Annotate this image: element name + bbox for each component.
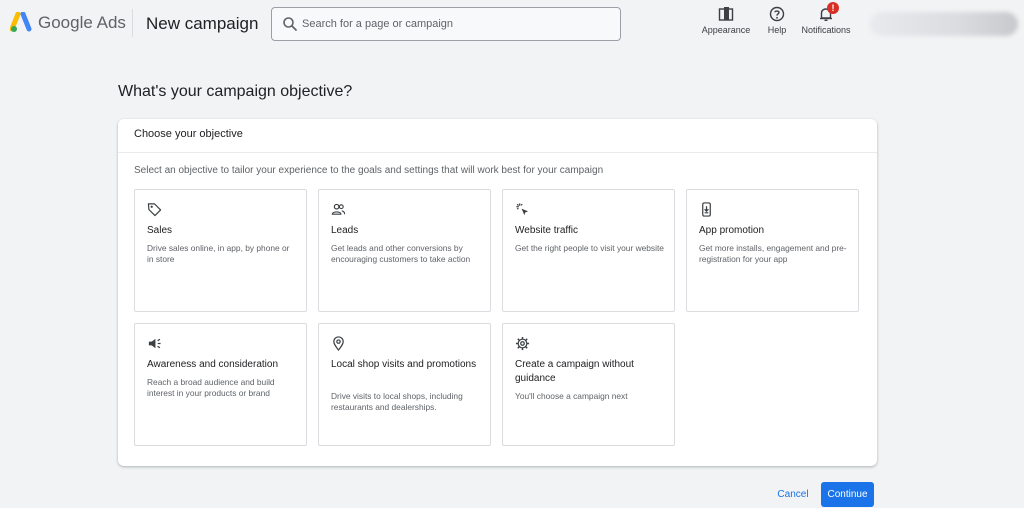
account-menu[interactable] [870,12,1018,36]
header-divider [132,9,133,37]
location-pin-icon [333,336,344,351]
objective-description: Drive visits to local shops, including r… [331,391,463,412]
notifications-button[interactable]: ! Notifications [797,2,855,40]
notifications-label: Notifications [801,25,851,35]
objective-app-promotion[interactable]: App promotion Get more installs, engagem… [686,189,859,312]
objective-heading: What's your campaign objective? [118,83,353,100]
cursor-click-icon [516,203,529,216]
objective-description: Drive sales online, in app, by phone or … [147,243,290,264]
top-bar: Google Ads New campaign Appearance Help … [0,0,1024,48]
objective-description: Get leads and other conversions by encou… [331,243,471,264]
objective-no-guidance[interactable]: Create a campaign without guidance You'l… [502,323,675,446]
card-title: Choose your objective [134,128,243,140]
objective-title: Create a campaign without guidance [515,359,634,384]
search-input[interactable] [302,15,602,33]
continue-button[interactable]: Continue [821,482,874,507]
objective-description: You'll choose a campaign next [515,391,628,401]
gear-icon [515,336,530,351]
objective-title: Website traffic [515,225,578,236]
appearance-button[interactable]: Appearance [700,6,752,40]
objective-title: Awareness and consideration [147,359,279,370]
objective-description: Get the right people to visit your websi… [515,243,664,253]
google-ads-logo-icon[interactable] [10,12,32,34]
objective-title: Leads [331,225,359,236]
tag-icon [147,203,162,217]
objective-description: Get more installs, engagement and pre-re… [699,243,847,264]
help-icon [769,6,785,22]
help-label: Help [767,25,787,35]
objective-card: Choose your objective Select an objectiv… [118,119,877,466]
appearance-label: Appearance [701,25,751,35]
megaphone-icon [148,338,161,349]
appearance-icon [718,7,734,21]
objective-title: App promotion [699,225,765,236]
card-divider [118,152,877,153]
objective-awareness[interactable]: Awareness and consideration Reach a broa… [134,323,307,446]
people-icon [331,203,346,215]
objective-local-shop-visits[interactable]: Local shop visits and promotions Drive v… [318,323,491,446]
objective-title: Sales [147,225,173,236]
phone-download-icon [702,202,711,217]
notification-badge: ! [827,2,839,14]
page-title: New campaign [146,14,259,33]
objective-leads[interactable]: Leads Get leads and other conversions by… [318,189,491,312]
cancel-button[interactable]: Cancel [770,486,816,504]
search-box[interactable] [271,7,621,41]
card-description: Select an objective to tailor your exper… [134,165,604,176]
search-icon [283,17,297,31]
objective-website-traffic[interactable]: Website traffic Get the right people to … [502,189,675,312]
objective-title: Local shop visits and promotions [331,359,477,370]
brand-name: Google Ads [38,13,126,32]
objective-description: Reach a broad audience and build interes… [147,377,275,398]
help-button[interactable]: Help [762,6,792,40]
objective-sales[interactable]: Sales Drive sales online, in app, by pho… [134,189,307,312]
